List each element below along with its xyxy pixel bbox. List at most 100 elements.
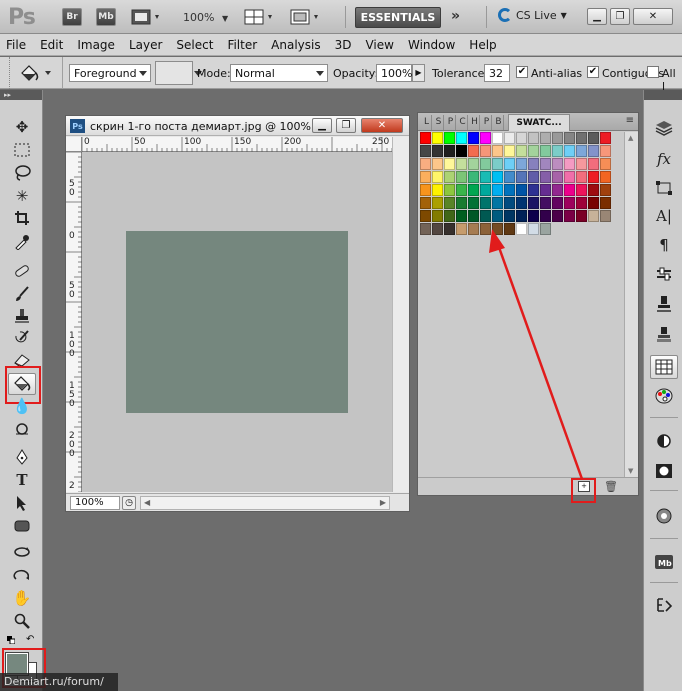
clone-source-panel-button[interactable] bbox=[650, 292, 678, 316]
swatch-cell[interactable] bbox=[528, 210, 539, 222]
swatch-cell[interactable] bbox=[432, 184, 443, 196]
swatch-cell[interactable] bbox=[552, 132, 563, 144]
swatch-cell[interactable] bbox=[504, 210, 515, 222]
swatch-cell[interactable] bbox=[588, 184, 599, 196]
swatch-cell[interactable] bbox=[444, 210, 455, 222]
swatch-cell[interactable] bbox=[420, 223, 431, 235]
swatch-cell[interactable] bbox=[540, 171, 551, 183]
3d-panel-button[interactable] bbox=[650, 504, 678, 528]
styles-panel-button[interactable] bbox=[650, 384, 678, 408]
zoom-tool[interactable] bbox=[8, 610, 36, 632]
adjustments-panel-button[interactable] bbox=[650, 262, 678, 286]
quick-selection-tool[interactable]: ✳ bbox=[8, 185, 36, 207]
cs-live-button[interactable]: CS Live ▼ bbox=[498, 8, 567, 22]
swatch-cell[interactable] bbox=[504, 132, 515, 144]
swatch-cell[interactable] bbox=[480, 145, 491, 157]
document-canvas[interactable] bbox=[82, 152, 392, 492]
swatch-cell[interactable] bbox=[480, 132, 491, 144]
mini-bridge-button[interactable]: Mb bbox=[96, 8, 116, 26]
swatch-cell[interactable] bbox=[456, 197, 467, 209]
swatches-panel-button[interactable] bbox=[650, 355, 678, 379]
swatch-cell[interactable] bbox=[552, 210, 563, 222]
swatch-cell[interactable] bbox=[564, 210, 575, 222]
swatch-cell[interactable] bbox=[504, 197, 515, 209]
menu-image[interactable]: Image bbox=[77, 38, 115, 52]
mini-bridge-panel-button[interactable]: Mb bbox=[650, 550, 678, 574]
marquee-tool[interactable] bbox=[8, 139, 36, 161]
doc-minimize-button[interactable]: ▁ bbox=[312, 118, 332, 133]
swatch-cell[interactable] bbox=[432, 210, 443, 222]
essentials-workspace-button[interactable]: ESSENTIALS bbox=[355, 7, 441, 28]
panel-tab-swatches[interactable]: SWATC... bbox=[508, 114, 570, 131]
swatch-cell[interactable] bbox=[480, 210, 491, 222]
screen-mode-button[interactable] bbox=[290, 7, 322, 27]
contiguous-checkbox[interactable]: ✔ bbox=[587, 66, 599, 78]
swatch-cell[interactable] bbox=[576, 197, 587, 209]
swatch-cell[interactable] bbox=[552, 145, 563, 157]
swatch-cell[interactable] bbox=[576, 145, 587, 157]
swatch-cell[interactable] bbox=[552, 197, 563, 209]
minimize-button[interactable]: ▁ bbox=[587, 8, 607, 25]
document-title-bar[interactable]: Ps скрин 1-го поста демиарт.jpg @ 100% .… bbox=[66, 116, 409, 136]
swatch-cell[interactable] bbox=[588, 171, 599, 183]
lasso-tool[interactable] bbox=[8, 162, 36, 184]
swatch-cell[interactable] bbox=[456, 158, 467, 170]
swatch-cell[interactable] bbox=[528, 171, 539, 183]
swatch-cell[interactable] bbox=[528, 197, 539, 209]
tool-preset-picker[interactable] bbox=[18, 63, 54, 83]
3d-orbit-tool[interactable] bbox=[8, 564, 36, 586]
swatch-cell[interactable] bbox=[432, 223, 443, 235]
swatch-cell[interactable] bbox=[492, 171, 503, 183]
doc-close-button[interactable]: ✕ bbox=[361, 118, 403, 133]
masks-panel-button[interactable] bbox=[650, 429, 678, 453]
dodge-tool[interactable] bbox=[8, 418, 36, 440]
paragraph-panel-button[interactable]: ¶ bbox=[650, 233, 678, 257]
maximize-button[interactable]: ❐ bbox=[610, 8, 630, 25]
swatch-cell[interactable] bbox=[468, 145, 479, 157]
blur-tool[interactable]: 💧 bbox=[8, 395, 36, 417]
menu-view[interactable]: View bbox=[365, 38, 393, 52]
vertical-ruler[interactable]: 5 0 0 5 0 1 0 0 1 5 0 2 0 0 2 bbox=[66, 152, 82, 492]
toolbox-collapse-bar[interactable]: ▸▸ bbox=[0, 90, 42, 100]
swatch-cell[interactable] bbox=[588, 132, 599, 144]
move-tool[interactable]: ✥ bbox=[8, 116, 36, 138]
menu-3d[interactable]: 3D bbox=[335, 38, 352, 52]
swatch-cell[interactable] bbox=[516, 132, 527, 144]
swatch-cell[interactable] bbox=[552, 184, 563, 196]
swatch-cell[interactable] bbox=[504, 145, 515, 157]
swatch-cell[interactable] bbox=[504, 171, 515, 183]
panel-tab-brushes[interactable]: B bbox=[494, 115, 504, 130]
path-selection-tool[interactable] bbox=[8, 492, 36, 514]
menu-edit[interactable]: Edit bbox=[40, 38, 63, 52]
menu-window[interactable]: Window bbox=[408, 38, 455, 52]
menu-help[interactable]: Help bbox=[469, 38, 496, 52]
swatch-cell[interactable] bbox=[516, 184, 527, 196]
arrange-documents-button[interactable] bbox=[244, 7, 276, 27]
swatch-cell[interactable] bbox=[576, 171, 587, 183]
clone-stamp-tool[interactable] bbox=[8, 305, 36, 327]
swatch-cell[interactable] bbox=[516, 197, 527, 209]
swatch-cell[interactable] bbox=[516, 145, 527, 157]
swatch-cell[interactable] bbox=[516, 171, 527, 183]
swatch-cell[interactable] bbox=[456, 145, 467, 157]
swatch-cell[interactable] bbox=[540, 197, 551, 209]
swatch-cell[interactable] bbox=[492, 145, 503, 157]
kuler-panel-button[interactable] bbox=[650, 593, 678, 617]
panel-tab-properties[interactable]: P bbox=[482, 115, 492, 130]
swatch-cell[interactable] bbox=[564, 197, 575, 209]
pen-tool[interactable] bbox=[8, 446, 36, 468]
swatch-cell[interactable] bbox=[600, 210, 611, 222]
3d-rotate-tool[interactable] bbox=[8, 541, 36, 563]
swatch-cell[interactable] bbox=[468, 184, 479, 196]
swatch-cell[interactable] bbox=[540, 210, 551, 222]
swatch-cell[interactable] bbox=[540, 158, 551, 170]
swatch-cell[interactable] bbox=[600, 132, 611, 144]
rectangle-tool[interactable] bbox=[8, 515, 36, 537]
swatch-cell[interactable] bbox=[420, 184, 431, 196]
swatch-cell[interactable] bbox=[540, 132, 551, 144]
swatch-cell[interactable] bbox=[528, 184, 539, 196]
menu-select[interactable]: Select bbox=[176, 38, 213, 52]
opacity-input[interactable]: 100% bbox=[376, 64, 412, 82]
panel-tab-layers[interactable]: L bbox=[422, 115, 432, 130]
swatch-cell[interactable] bbox=[600, 197, 611, 209]
